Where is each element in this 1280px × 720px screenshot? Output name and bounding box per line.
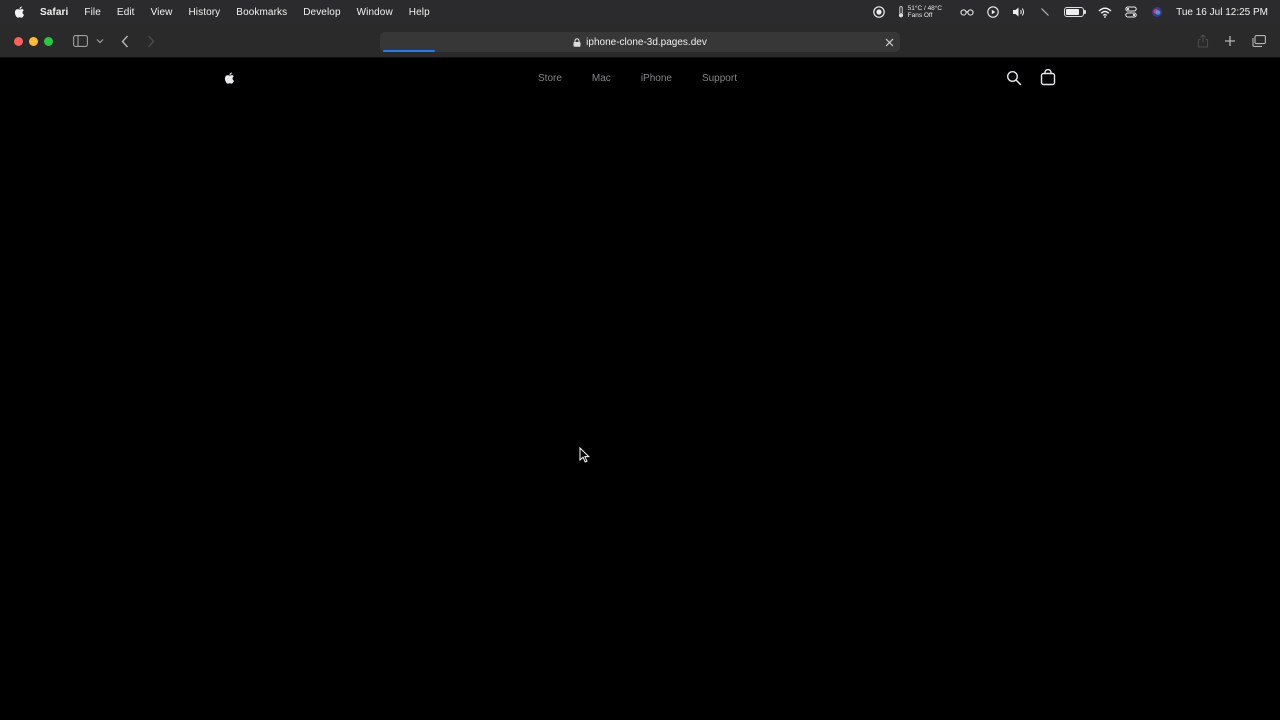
glasses-icon[interactable] <box>960 5 974 19</box>
close-window-button[interactable] <box>14 37 23 46</box>
share-icon[interactable] <box>1196 33 1210 49</box>
menu-bookmarks[interactable]: Bookmarks <box>236 7 287 18</box>
temperature-widget[interactable]: 51°C / 48°C Fans Off <box>898 5 942 19</box>
site-navbar: Store Mac iPhone Support <box>0 58 1280 98</box>
control-center-icon[interactable] <box>1124 5 1138 19</box>
menu-develop[interactable]: Develop <box>303 7 340 18</box>
siri-icon[interactable] <box>1150 5 1164 19</box>
fan-status: Fans Off <box>907 12 933 19</box>
bag-icon[interactable] <box>1040 69 1056 86</box>
menu-file[interactable]: File <box>84 7 101 18</box>
menu-help[interactable]: Help <box>409 7 430 18</box>
sidebar-icon[interactable] <box>72 34 88 48</box>
address-bar[interactable]: iphone-clone-3d.pages.dev <box>380 32 900 52</box>
temperature-reading: 51°C / 48°C <box>907 5 943 12</box>
window-controls <box>14 37 59 46</box>
macos-menu-bar: Safari File Edit View History Bookmarks … <box>0 0 1280 24</box>
wifi-icon[interactable] <box>1098 5 1112 19</box>
nav-link-support[interactable]: Support <box>702 73 737 84</box>
back-icon[interactable] <box>118 33 132 49</box>
browser-toolbar: iphone-clone-3d.pages.dev <box>0 24 1280 58</box>
nav-link-mac[interactable]: Mac <box>592 73 611 84</box>
tab-overview-icon[interactable] <box>1251 34 1266 48</box>
menu-window[interactable]: Window <box>357 7 393 18</box>
zoom-window-button[interactable] <box>44 37 53 46</box>
pen-icon[interactable] <box>1038 5 1052 19</box>
play-circle-icon[interactable] <box>986 5 1000 19</box>
apple-menu-icon[interactable] <box>13 5 27 19</box>
record-icon[interactable] <box>872 5 886 19</box>
thermometer-icon <box>898 6 903 18</box>
menu-history[interactable]: History <box>188 7 220 18</box>
new-tab-icon[interactable] <box>1223 34 1237 48</box>
chevron-down-icon[interactable] <box>95 36 105 46</box>
nav-link-store[interactable]: Store <box>538 73 562 84</box>
menu-edit[interactable]: Edit <box>117 7 135 18</box>
nav-link-iphone[interactable]: iPhone <box>641 73 672 84</box>
volume-icon[interactable] <box>1012 5 1026 19</box>
menu-app-name[interactable]: Safari <box>40 7 68 18</box>
lock-icon <box>573 37 581 47</box>
menu-view[interactable]: View <box>151 7 173 18</box>
forward-icon[interactable] <box>144 33 158 49</box>
search-icon[interactable] <box>1006 70 1022 86</box>
menu-bar-clock[interactable]: Tue 16 Jul 12:25 PM <box>1176 7 1268 18</box>
web-page-viewport: Store Mac iPhone Support <box>0 58 1280 720</box>
menu-bar-status-area: 51°C / 48°C Fans Off Tue 16 Jul 12:25 PM <box>872 0 1280 24</box>
minimize-window-button[interactable] <box>29 37 38 46</box>
close-icon[interactable] <box>882 35 896 49</box>
mouse-cursor-icon <box>579 447 590 463</box>
battery-icon[interactable] <box>1064 7 1087 17</box>
url-text: iphone-clone-3d.pages.dev <box>586 36 707 48</box>
page-load-progress <box>383 50 435 52</box>
